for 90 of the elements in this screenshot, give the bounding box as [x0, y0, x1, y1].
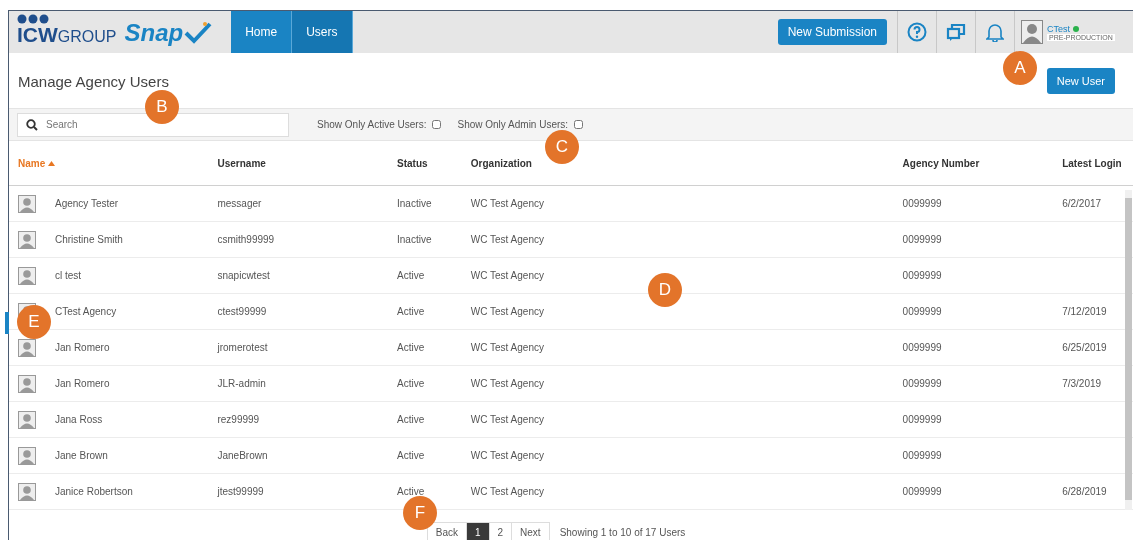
column-header[interactable]: Latest Login	[1053, 157, 1133, 169]
avatar-icon	[18, 266, 36, 285]
new-user-button[interactable]: New User	[1046, 68, 1115, 94]
table-cell-text: JLR-admin	[216, 378, 267, 389]
table-cell-text: Active	[396, 450, 426, 461]
table-cell-text: 7/3/2019	[1061, 378, 1103, 389]
avatar-icon	[18, 338, 36, 357]
table-cell: Christine Smith	[55, 234, 123, 245]
callout-marker: A	[1003, 51, 1037, 85]
callout-marker: C	[545, 130, 579, 164]
avatar-icon	[18, 230, 36, 249]
column-header[interactable]: Status	[388, 157, 462, 169]
table-cell-text: jromerotest	[216, 342, 269, 353]
nav-tab[interactable]: Home	[231, 11, 293, 53]
callout-marker: E	[17, 305, 51, 339]
table-cell-text: 0099999	[901, 486, 943, 497]
table-cell: Janice Robertson	[55, 486, 133, 497]
filter-label: Show Only Admin Users:	[457, 119, 569, 130]
callout-marker: B	[145, 90, 179, 124]
page-title: Manage Agency Users	[18, 72, 169, 90]
scrollbar[interactable]	[1125, 190, 1132, 510]
table-cell: Agency Tester	[55, 198, 119, 209]
avatar-icon	[18, 374, 36, 393]
table-cell: CTest Agency	[55, 306, 117, 317]
table-cell-text: Inactive	[396, 234, 433, 245]
table-cell-text: 0099999	[901, 198, 943, 209]
table-cell-text: WC Test Agency	[469, 270, 545, 281]
table-cell: Jan Romero	[55, 342, 110, 353]
table-cell-text: csmith99999	[216, 234, 276, 245]
callout-marker: F	[403, 496, 437, 530]
pagination-summary: Showing 1 to 10 of 17 Users	[559, 527, 686, 538]
table-cell: Jana Ross	[55, 414, 103, 425]
table-cell-text: WC Test Agency	[469, 450, 545, 461]
table-cell-text: 7/12/2019	[1061, 306, 1108, 317]
avatar-icon[interactable]	[1021, 20, 1043, 44]
table-cell-text: 0099999	[901, 450, 943, 461]
table-cell: cl test	[55, 270, 82, 281]
avatar-icon	[18, 194, 36, 213]
table-cell-text: Inactive	[396, 198, 433, 209]
table-cell-text: WC Test Agency	[469, 414, 545, 425]
filter-label: Show Only Active Users:	[317, 119, 427, 130]
table-cell-text: Active	[396, 306, 426, 317]
table-cell-text: jtest99999	[216, 486, 265, 497]
avatar-icon	[18, 482, 36, 501]
table-cell-text: 0099999	[901, 342, 943, 353]
search-field[interactable]: Search	[17, 112, 289, 137]
avatar-icon	[18, 410, 36, 429]
logo[interactable]: ICWGROUP Snap	[9, 11, 232, 53]
table-cell-text: ctest99999	[216, 306, 268, 317]
help-icon[interactable]	[907, 22, 927, 42]
column-header[interactable]: Agency Number	[893, 157, 1054, 169]
table-cell-text: 6/28/2019	[1061, 486, 1108, 497]
user-name: CTest	[1047, 23, 1070, 34]
page-button[interactable]: 1	[465, 522, 490, 540]
next-button[interactable]: Next	[511, 522, 550, 540]
table-cell-text: messager	[216, 198, 263, 209]
table-cell-text: WC Test Agency	[469, 234, 545, 245]
table-cell-text: 0099999	[901, 234, 943, 245]
column-header[interactable]: Username	[208, 157, 388, 169]
table-cell-text: Active	[396, 342, 426, 353]
table-cell-text: 0099999	[901, 270, 943, 281]
callout-marker: D	[648, 273, 682, 307]
table-cell-text: Active	[396, 486, 426, 497]
avatar-icon	[18, 446, 36, 465]
table-cell-text: 6/25/2019	[1061, 342, 1108, 353]
table-cell-text: JaneBrown	[216, 450, 269, 461]
table-cell-text: 0099999	[901, 414, 943, 425]
new-submission-button[interactable]: New Submission	[777, 19, 887, 45]
bell-icon[interactable]	[986, 22, 1004, 42]
table-cell-text: Active	[396, 414, 426, 425]
table-cell-text: WC Test Agency	[469, 378, 545, 389]
table-cell-text: 0099999	[901, 306, 943, 317]
filter-checkbox[interactable]	[574, 120, 584, 129]
chat-icon[interactable]	[946, 22, 966, 42]
back-button[interactable]: Back	[426, 522, 467, 540]
table-cell-text: WC Test Agency	[469, 342, 545, 353]
sort-up-icon	[48, 160, 56, 166]
table-cell-text: WC Test Agency	[469, 198, 545, 209]
table-cell-text: snapicwtest	[216, 270, 271, 281]
table-cell-text: rez99999	[216, 414, 261, 425]
table-cell-text: 6/2/2017	[1061, 198, 1103, 209]
table-cell-text: Active	[396, 378, 426, 389]
table-cell-text: Active	[396, 270, 426, 281]
table-cell: Jane Brown	[55, 450, 108, 461]
filter-checkbox[interactable]	[432, 120, 442, 129]
table-cell: Jan Romero	[55, 378, 110, 389]
table-cell-text: WC Test Agency	[469, 306, 545, 317]
nav-tab[interactable]: Users	[292, 11, 353, 53]
table-cell-text: WC Test Agency	[469, 486, 545, 497]
table-cell-text: 0099999	[901, 378, 943, 389]
